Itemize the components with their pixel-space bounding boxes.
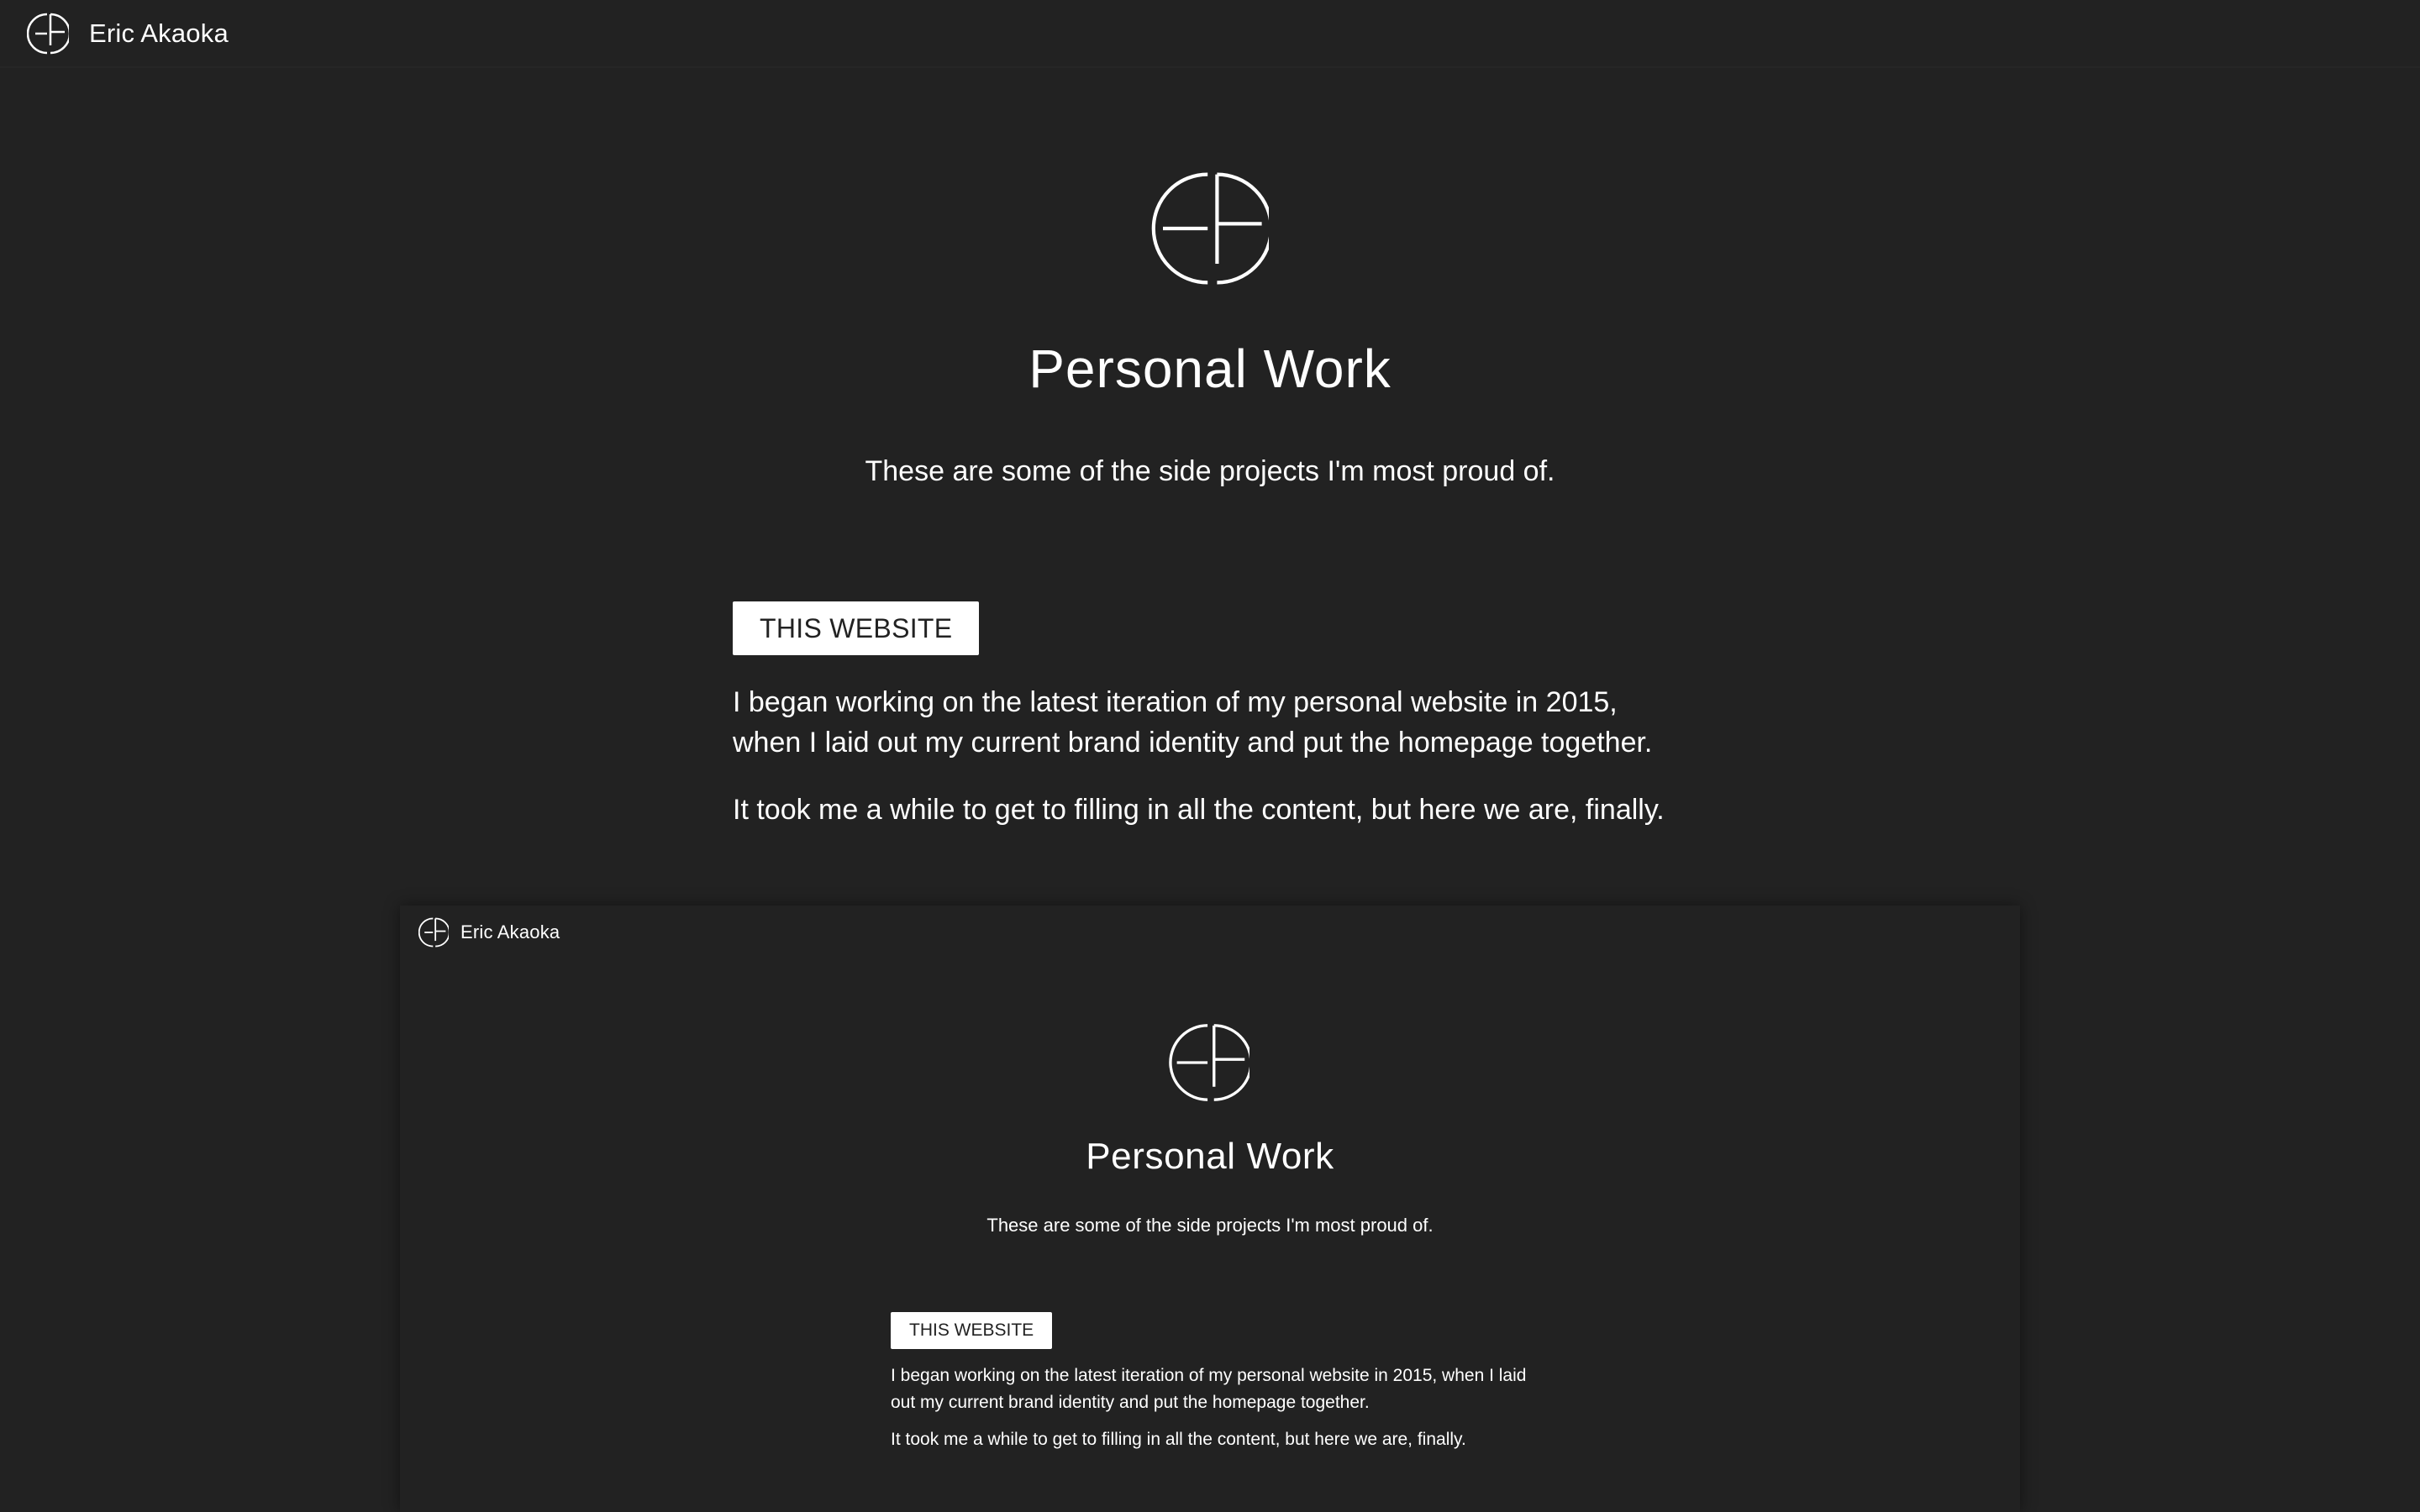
project-tag: THIS WEBSITE: [733, 601, 980, 655]
preview-page-subtitle: These are some of the side projects I'm …: [986, 1215, 1434, 1236]
preview-project-paragraph: It took me a while to get to filling in …: [891, 1430, 1466, 1449]
preview-brand-name: Eric Akaoka: [460, 921, 560, 942]
brand-name: Eric Akaoka: [89, 18, 229, 48]
top-nav: Eric Akaoka: [0, 0, 2420, 68]
project-paragraph: I began working on the latest iteration …: [733, 686, 1653, 759]
page-subtitle: These are some of the side projects I'm …: [865, 455, 1555, 487]
preview-nav: Eric Akaoka: [418, 917, 560, 948]
ea-monogram-icon: [27, 13, 69, 54]
preview-project-tag: THIS WEBSITE: [891, 1312, 1053, 1349]
preview-project-paragraph: I began working on the latest iteration …: [891, 1366, 1527, 1412]
ea-monogram-icon: [418, 917, 449, 948]
ea-monogram-icon: [1169, 1024, 1249, 1101]
project-paragraph: It took me a while to get to filling in …: [733, 794, 1665, 826]
preview-page-title: Personal Work: [1086, 1136, 1334, 1177]
home-link[interactable]: Eric Akaoka: [27, 13, 229, 55]
page-title: Personal Work: [1028, 339, 1392, 399]
website-screenshot-preview: Eric Akaoka Personal Work These are some…: [400, 906, 2020, 1512]
ea-monogram-icon: [1151, 172, 1269, 285]
